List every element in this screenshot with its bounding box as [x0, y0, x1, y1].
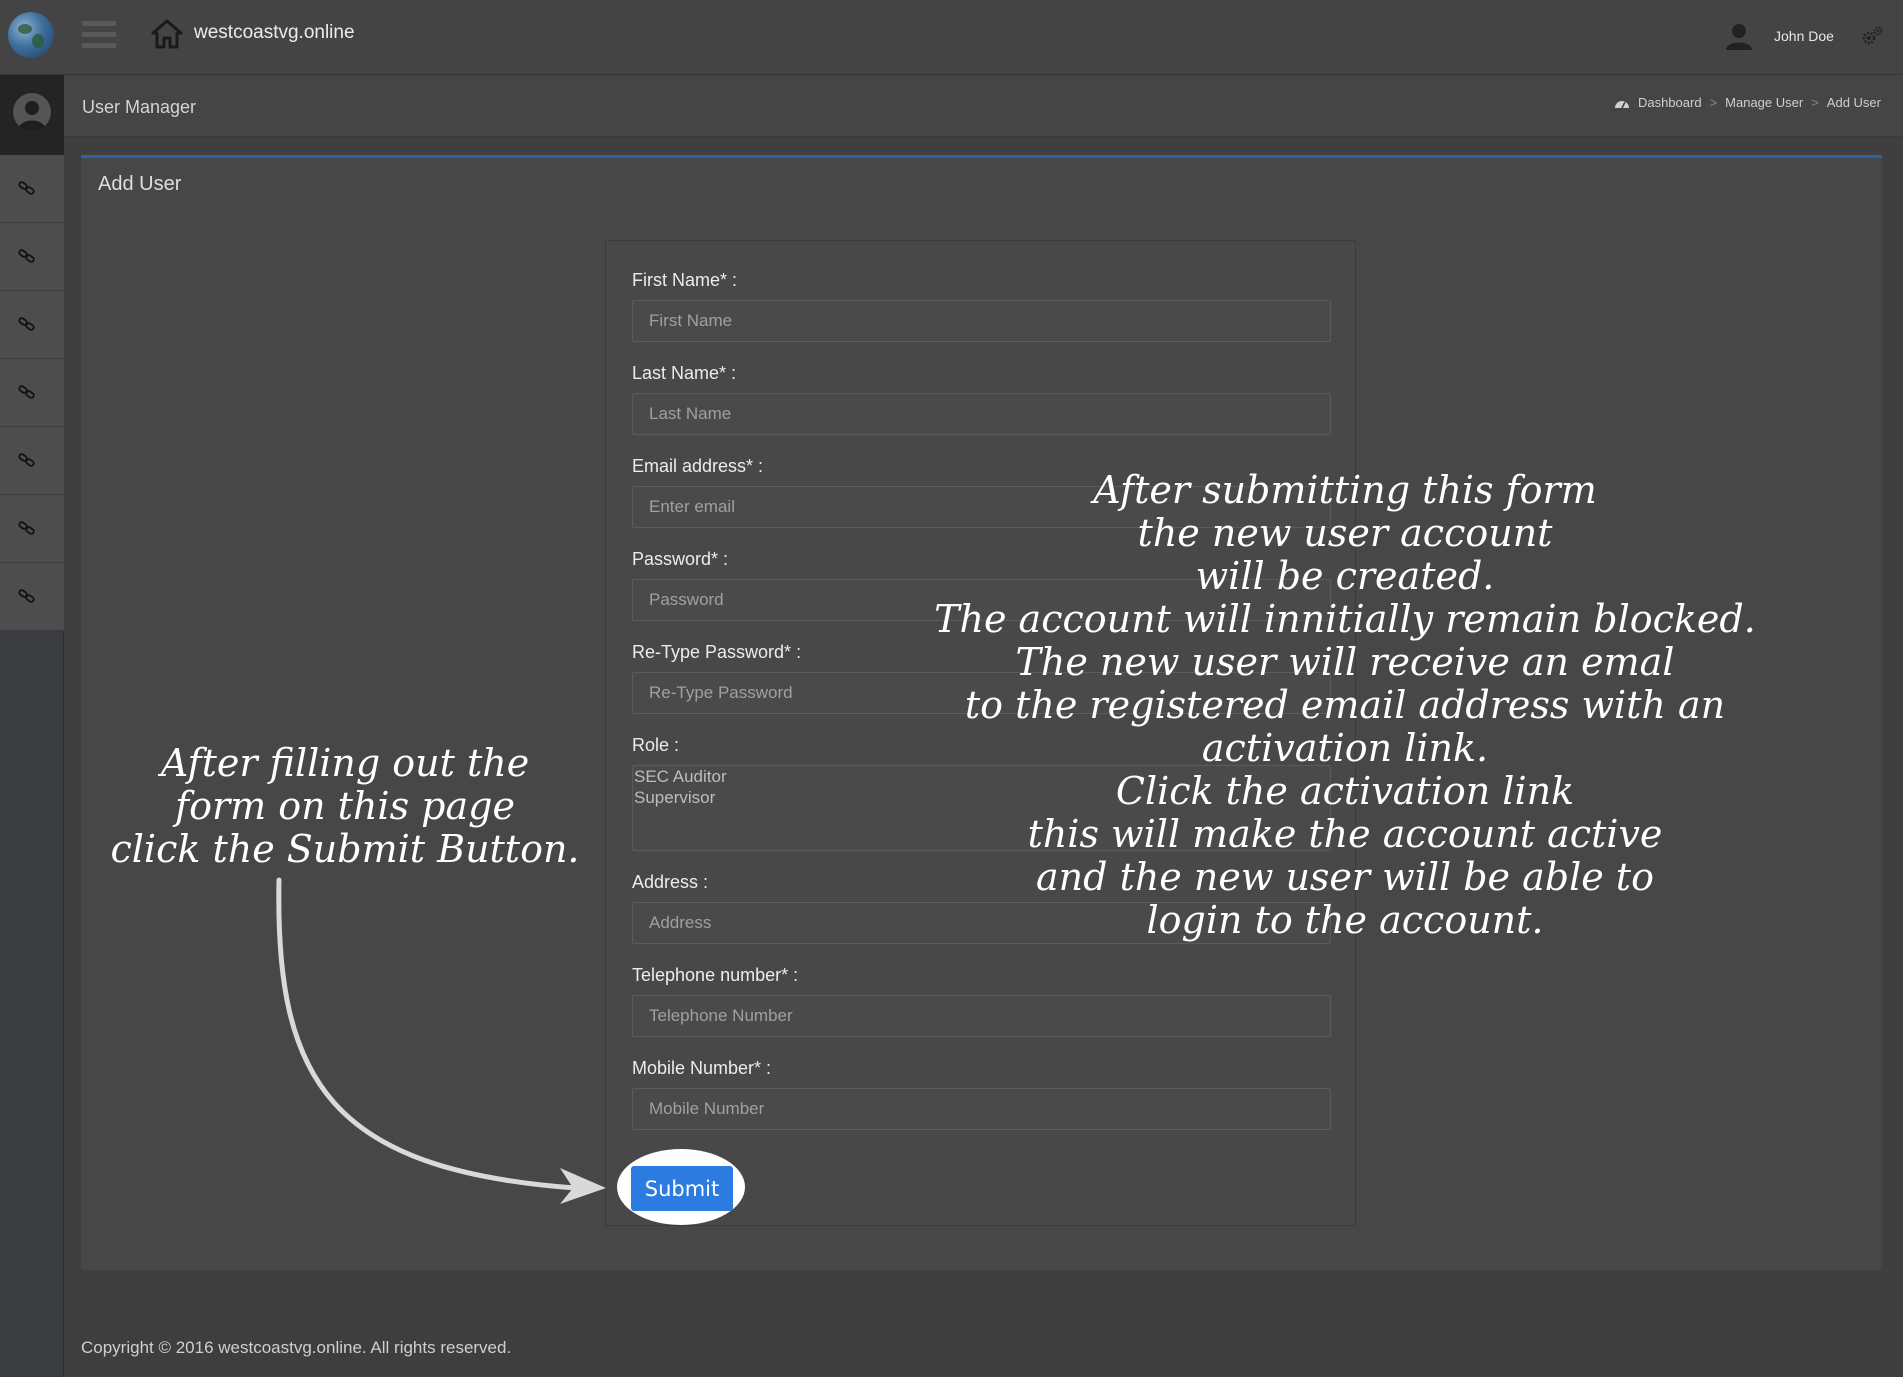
- password-label: Password* :: [632, 549, 729, 569]
- annotation-line: After submitting this form: [1093, 468, 1597, 512]
- link-icon: [18, 385, 35, 399]
- annotation-right: After submitting this form the new user …: [895, 469, 1795, 942]
- sidebar-item[interactable]: [0, 427, 64, 495]
- link-icon: [18, 181, 35, 195]
- brand-name[interactable]: westcoastvg.online: [194, 22, 355, 44]
- user-name[interactable]: John Doe: [1774, 28, 1834, 44]
- globe-logo-icon[interactable]: [8, 12, 54, 58]
- link-icon: [18, 589, 35, 603]
- breadcrumb: Dashboard > Manage User > Add User: [1614, 95, 1881, 110]
- user-avatar-icon[interactable]: [1723, 20, 1755, 52]
- telephone-input[interactable]: [632, 995, 1331, 1037]
- page-header: User Manager Dashboard > Manage User > A…: [64, 75, 1903, 137]
- annotation-line: Click the activation link: [1115, 769, 1575, 813]
- breadcrumb-separator: >: [1709, 95, 1718, 110]
- annotation-line: The new user will receive an emal: [1015, 640, 1675, 684]
- user-avatar-icon: [18, 101, 46, 131]
- link-icon: [18, 521, 35, 535]
- breadcrumb-dashboard[interactable]: Dashboard: [1638, 95, 1702, 110]
- dashboard-icon: [1614, 100, 1629, 108]
- link-icon: [18, 453, 35, 467]
- last-name-label: Last Name* :: [632, 363, 737, 383]
- annotation-line: the new user account: [1137, 511, 1553, 555]
- gears-icon[interactable]: [1860, 25, 1884, 49]
- top-navbar: westcoastvg.online John Doe: [0, 0, 1903, 75]
- telephone-label: Telephone number* :: [632, 965, 799, 985]
- annotation-line: this will make the account active: [1027, 812, 1663, 856]
- sidebar-item[interactable]: [0, 563, 64, 631]
- home-icon[interactable]: [150, 18, 184, 50]
- footer: Copyright © 2016 westcoastvg.online. All…: [64, 1316, 1903, 1377]
- email-label: Email address* :: [632, 456, 764, 476]
- first-name-input[interactable]: [632, 300, 1331, 342]
- annotation-line: click the Submit Button.: [110, 827, 580, 871]
- annotation-line: login to the account.: [1146, 898, 1544, 942]
- role-label: Role :: [632, 735, 680, 755]
- annotation-line: and the new user will be able to: [1036, 855, 1654, 899]
- first-name-label: First Name* :: [632, 270, 738, 290]
- annotation-line: The account will innitially remain block…: [934, 597, 1756, 641]
- sidebar: [0, 75, 64, 1377]
- link-icon: [18, 317, 35, 331]
- breadcrumb-add-user: Add User: [1826, 95, 1881, 110]
- mobile-label: Mobile Number* :: [632, 1058, 772, 1078]
- last-name-input[interactable]: [632, 393, 1331, 435]
- retype-password-label: Re-Type Password* :: [632, 642, 802, 662]
- sidebar-item[interactable]: [0, 291, 64, 359]
- sidebar-item[interactable]: [0, 359, 64, 427]
- sidebar-item[interactable]: [0, 155, 64, 223]
- menu-toggle-icon[interactable]: [82, 21, 116, 51]
- breadcrumb-separator: >: [1811, 95, 1819, 110]
- link-icon: [18, 249, 35, 263]
- annotation-line: After filling out the: [160, 741, 530, 785]
- sidebar-item[interactable]: [0, 495, 64, 563]
- address-label: Address :: [632, 872, 709, 892]
- annotation-line: form on this page: [175, 784, 515, 828]
- annotation-line: activation link.: [1201, 726, 1489, 770]
- submit-button[interactable]: Submit: [631, 1166, 733, 1211]
- annotation-line: will be created.: [1195, 554, 1495, 598]
- breadcrumb-manage-user[interactable]: Manage User: [1725, 95, 1803, 110]
- annotation-left: After filling out the form on this page …: [100, 742, 590, 871]
- annotation-line: to the registered email address with an: [964, 683, 1726, 727]
- sidebar-avatar[interactable]: [0, 75, 64, 155]
- panel-title: Add User: [98, 173, 182, 195]
- sidebar-item[interactable]: [0, 223, 64, 291]
- page-title: User Manager: [82, 97, 197, 117]
- mobile-input[interactable]: [632, 1088, 1331, 1130]
- copyright-text: Copyright © 2016 westcoastvg.online. All…: [81, 1338, 512, 1357]
